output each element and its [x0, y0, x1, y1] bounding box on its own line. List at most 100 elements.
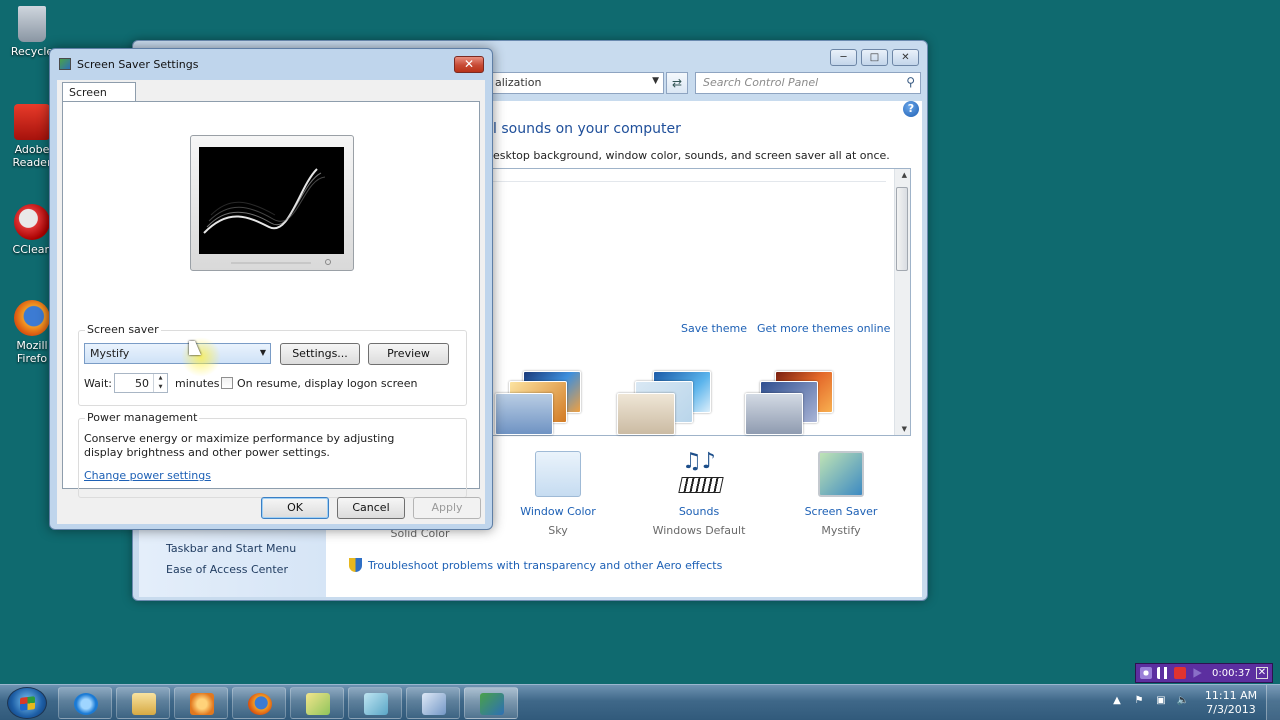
window-caption-buttons: ─ □ ✕ [830, 49, 919, 66]
system-tray: ▲ ⚑ ▣ 🔈 [1110, 694, 1190, 708]
power-led-icon [325, 259, 331, 265]
apply-button[interactable]: Apply [413, 497, 481, 519]
internet-explorer-icon [74, 693, 98, 715]
folder-icon [132, 693, 156, 715]
screen-recorder-toolbar: 0:00:37 ✕ [1135, 663, 1273, 683]
minimize-button[interactable]: ─ [830, 49, 857, 66]
start-button[interactable] [7, 687, 47, 719]
screen-saver-group: Screen saver Mystify ▼ Settings... Previ… [78, 323, 467, 406]
mouse-cursor [181, 337, 221, 377]
preview-button[interactable]: Preview [368, 343, 449, 365]
refresh-button[interactable]: ⇄ [666, 72, 688, 94]
adobe-reader-icon [14, 104, 50, 140]
search-placeholder: Search Control Panel [703, 76, 819, 89]
link-taskbar-start-menu[interactable]: Taskbar and Start Menu [166, 542, 296, 555]
taskbar-firefox[interactable] [232, 687, 286, 719]
taskbar: ▲ ⚑ ▣ 🔈 11:11 AM 7/3/2013 [0, 684, 1280, 720]
preview-screen [199, 147, 344, 254]
screen-saver-item[interactable]: Screen Saver Mystify [781, 451, 901, 537]
cancel-button[interactable]: Cancel [337, 497, 405, 519]
firefox-icon [248, 693, 272, 715]
get-more-themes-link[interactable]: Get more themes online [757, 322, 890, 335]
troubleshoot-label: Troubleshoot problems with transparency … [368, 559, 723, 572]
dialog-body: Screen Saver Screen saver Mystify [57, 80, 485, 524]
maximize-button[interactable]: □ [861, 49, 888, 66]
page-subtitle: esktop background, window color, sounds,… [493, 149, 890, 162]
wait-minutes-stepper[interactable]: 50 ▲ ▼ [114, 373, 168, 393]
sounds-item[interactable]: Sounds Windows Default [639, 449, 759, 537]
ccleaner-icon [14, 204, 50, 240]
chevron-down-icon: ▼ [259, 348, 266, 357]
screen-saver-value: Mystify [821, 524, 861, 537]
show-hidden-icons-icon[interactable]: ▲ [1110, 694, 1124, 708]
volume-muted-icon[interactable]: 🔈 [1176, 694, 1190, 708]
clock-date: 7/3/2013 [1206, 703, 1256, 716]
mystify-preview-graphic [203, 168, 326, 234]
sounds-value: Windows Default [652, 524, 746, 537]
theme-thumbnail[interactable] [617, 371, 711, 435]
close-icon[interactable]: ✕ [1256, 667, 1268, 679]
power-management-group: Power management Conserve energy or maxi… [78, 411, 467, 498]
firefox-icon [14, 300, 50, 336]
resume-logon-checkbox[interactable] [221, 377, 233, 389]
theme-thumbnail[interactable] [495, 371, 585, 435]
close-button[interactable]: ✕ [892, 49, 919, 66]
window-color-item[interactable]: Window Color Sky [498, 451, 618, 537]
sounds-label: Sounds [678, 505, 720, 518]
scroll-down-arrow-icon[interactable]: ▼ [902, 425, 907, 433]
divider [489, 181, 886, 182]
chevron-down-icon[interactable]: ▼ [652, 76, 659, 86]
tab-screen-saver[interactable]: Screen Saver [62, 82, 136, 112]
shield-icon [349, 558, 362, 572]
screen-saver-icon [818, 451, 864, 497]
recording-time: 0:00:37 [1212, 667, 1251, 679]
taskbar-app-folder[interactable] [290, 687, 344, 719]
theme-thumbnail[interactable] [745, 371, 835, 435]
taskbar-media-player[interactable] [174, 687, 228, 719]
dialog-title: Screen Saver Settings [77, 58, 199, 71]
window-color-value: Sky [548, 524, 568, 537]
media-player-icon [190, 693, 214, 715]
clock-time: 11:11 AM [1204, 689, 1258, 702]
link-ease-of-access[interactable]: Ease of Access Center [166, 563, 288, 576]
group-label: Screen saver [85, 323, 161, 336]
resume-logon-label[interactable]: On resume, display logon screen [237, 377, 417, 390]
stop-icon[interactable] [1174, 667, 1186, 679]
settings-button[interactable]: Settings... [280, 343, 360, 365]
taskbar-file-explorer[interactable] [116, 687, 170, 719]
stepper-arrows-icon[interactable]: ▲ ▼ [153, 374, 167, 392]
clock[interactable]: 11:11 AM 7/3/2013 [1200, 689, 1262, 717]
troubleshoot-link[interactable]: Troubleshoot problems with transparency … [349, 558, 722, 572]
page-title: l sounds on your computer [493, 121, 681, 137]
taskbar-app-window[interactable] [348, 687, 402, 719]
recorder-logo-icon [1140, 667, 1152, 679]
taskbar-internet-explorer[interactable] [58, 687, 112, 719]
scroll-up-arrow-icon[interactable]: ▲ [902, 171, 907, 179]
network-icon[interactable]: ▣ [1154, 694, 1168, 708]
wait-value: 50 [135, 377, 149, 390]
help-icon[interactable]: ? [903, 101, 919, 117]
show-desktop-button[interactable] [1266, 685, 1280, 720]
taskbar-screen-saver-settings[interactable] [464, 687, 518, 719]
minutes-label: minutes [175, 377, 220, 390]
play-icon[interactable] [1193, 668, 1202, 678]
pause-icon[interactable] [1157, 667, 1169, 679]
action-center-icon[interactable]: ⚑ [1132, 694, 1146, 708]
screen-saver-select[interactable]: Mystify ▼ [84, 343, 271, 364]
ok-button[interactable]: OK [261, 497, 329, 519]
save-theme-link[interactable]: Save theme [681, 322, 747, 335]
screen-saver-icon [59, 58, 71, 70]
preview-monitor [190, 135, 354, 271]
close-button[interactable]: ✕ [454, 56, 484, 73]
screen-saver-settings-dialog: Screen Saver Settings ✕ Screen Saver Scr… [49, 48, 493, 530]
change-power-settings-link[interactable]: Change power settings [84, 469, 211, 482]
monitor-bezel-bar [231, 262, 311, 264]
search-input[interactable]: Search Control Panel ⚲ [695, 72, 921, 94]
vertical-scrollbar[interactable]: ▲ ▼ [894, 169, 910, 435]
screen-saver-label: Screen Saver [804, 505, 878, 518]
recycle-bin-icon [18, 6, 46, 42]
address-bar[interactable]: alization ▼ [488, 72, 664, 94]
scrollbar-thumb[interactable] [896, 187, 908, 271]
sounds-icon [676, 449, 722, 497]
taskbar-control-panel[interactable] [406, 687, 460, 719]
